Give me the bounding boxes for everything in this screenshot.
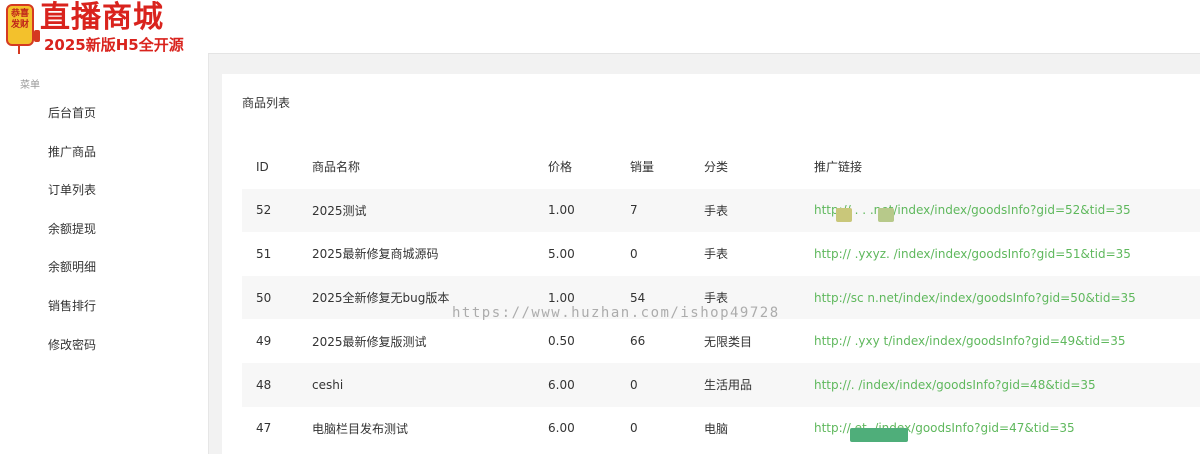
sidebar: 恭喜发财 直播商城 2025新版H5全开源 菜单 后台首页 推广商品 订单列表 …: [0, 0, 209, 454]
logo-subtitle: 2025新版H5全开源: [44, 36, 184, 54]
cell-category: 电脑: [704, 421, 729, 436]
cell-price: 1.00: [548, 203, 575, 218]
cell-price: 0.50: [548, 334, 575, 349]
cell-category: 手表: [704, 247, 729, 262]
menu-caption: 菜单: [20, 80, 40, 91]
cell-id: 52: [256, 203, 272, 218]
table-row: 47 电脑栏目发布测试 6.00 0 电脑 http:// et. /index…: [242, 407, 1200, 451]
sidebar-item-dashboard[interactable]: 后台首页: [0, 94, 208, 133]
cell-link: http:// .yxyz. /index/index/goodsInfo?gi…: [800, 232, 1200, 276]
sidebar-menu: 后台首页 推广商品 订单列表 余额提现 余额明细 销售排行 修改密码: [0, 94, 208, 364]
table-row: 51 2025最新修复商城源码 5.00 0 手表 http:// .yxyz.…: [242, 232, 1200, 276]
table-header-row: ID 商品名称 价格 销量 分类 推广链接: [242, 145, 1200, 189]
promo-link[interactable]: http://sc n.net/index/index/goodsInfo?gi…: [814, 291, 1136, 305]
sidebar-item-change-password[interactable]: 修改密码: [0, 326, 208, 365]
sidebar-item-promoted-goods[interactable]: 推广商品: [0, 133, 208, 172]
cell-name: 2025全新修复无bug版本: [312, 291, 450, 306]
cell-price: 6.00: [548, 377, 575, 392]
cell-link: http:// .yxy t/index/index/goodsInfo?gid…: [800, 319, 1200, 363]
promo-link[interactable]: http://. /index/index/goodsInfo?gid=48&t…: [814, 378, 1096, 392]
goods-table: ID 商品名称 价格 销量 分类 推广链接 52 2025测试 1.00 7 手…: [242, 145, 1200, 450]
cell-category: 手表: [704, 291, 729, 306]
sidebar-item-orders[interactable]: 订单列表: [0, 171, 208, 210]
redaction-patch: [850, 428, 908, 442]
logo-title: 直播商城: [40, 0, 164, 35]
column-header-sales: 销量: [630, 160, 655, 175]
cell-sales: 7: [630, 203, 638, 218]
cell-sales: 54: [630, 290, 646, 305]
sidebar-item-withdraw[interactable]: 余额提现: [0, 210, 208, 249]
redaction-patch: [836, 208, 852, 222]
lantern-tassel: [18, 46, 20, 54]
cell-id: 47: [256, 421, 272, 436]
cell-category: 手表: [704, 203, 729, 218]
cell-price: 1.00: [548, 290, 575, 305]
cell-id: 50: [256, 290, 272, 305]
sidebar-item-sales-ranking[interactable]: 销售排行: [0, 287, 208, 326]
cell-name: 电脑栏目发布测试: [312, 421, 409, 436]
column-header-category: 分类: [704, 160, 729, 175]
cell-name: 2025最新修复版测试: [312, 334, 427, 349]
cell-id: 49: [256, 334, 272, 349]
cell-name: 2025测试: [312, 203, 367, 218]
cell-sales: 0: [630, 377, 638, 392]
cell-sales: 0: [630, 246, 638, 261]
cell-name: 2025最新修复商城源码: [312, 247, 439, 262]
cell-category: 无限类目: [704, 334, 753, 349]
promo-link[interactable]: http:// .yxyz. /index/index/goodsInfo?gi…: [814, 247, 1131, 261]
cell-id: 48: [256, 377, 272, 392]
cell-category: 生活用品: [704, 378, 753, 393]
cell-link: http://. /index/index/goodsInfo?gid=48&t…: [800, 363, 1200, 407]
column-header-id: ID: [256, 159, 269, 174]
column-header-name: 商品名称: [312, 160, 361, 175]
table-row: 49 2025最新修复版测试 0.50 66 无限类目 http:// .yxy…: [242, 319, 1200, 363]
cell-sales: 0: [630, 421, 638, 436]
logo-badge-text: 恭喜发财: [10, 9, 29, 30]
cell-sales: 66: [630, 334, 646, 349]
promo-link[interactable]: http:// .yxy t/index/index/goodsInfo?gid…: [814, 334, 1125, 348]
page-title: 商品列表: [242, 96, 291, 110]
table-row: 52 2025测试 1.00 7 手表 http:// . . .net/ind…: [242, 188, 1200, 233]
cell-price: 5.00: [548, 246, 575, 261]
column-header-price: 价格: [548, 160, 573, 175]
top-header: [208, 0, 1200, 54]
column-header-link: 推广链接: [814, 160, 863, 175]
table-row: 50 2025全新修复无bug版本 1.00 54 手表 http://sc n…: [242, 275, 1200, 320]
table-row: 48 ceshi 6.00 0 生活用品 http://. /index/ind…: [242, 362, 1200, 407]
redaction-patch: [878, 208, 894, 222]
cell-id: 51: [256, 246, 272, 261]
cell-name: ceshi: [312, 377, 344, 392]
sidebar-item-balance-detail[interactable]: 余额明细: [0, 248, 208, 287]
cell-price: 6.00: [548, 421, 575, 436]
promo-link[interactable]: http:// . . .net/index/index/goodsInfo?g…: [814, 203, 1131, 217]
cell-link: http:// . . .net/index/index/goodsInfo?g…: [800, 189, 1200, 233]
cell-link: http://sc n.net/index/index/goodsInfo?gi…: [800, 276, 1200, 320]
logo: 恭喜发财 直播商城 2025新版H5全开源: [0, 0, 208, 58]
